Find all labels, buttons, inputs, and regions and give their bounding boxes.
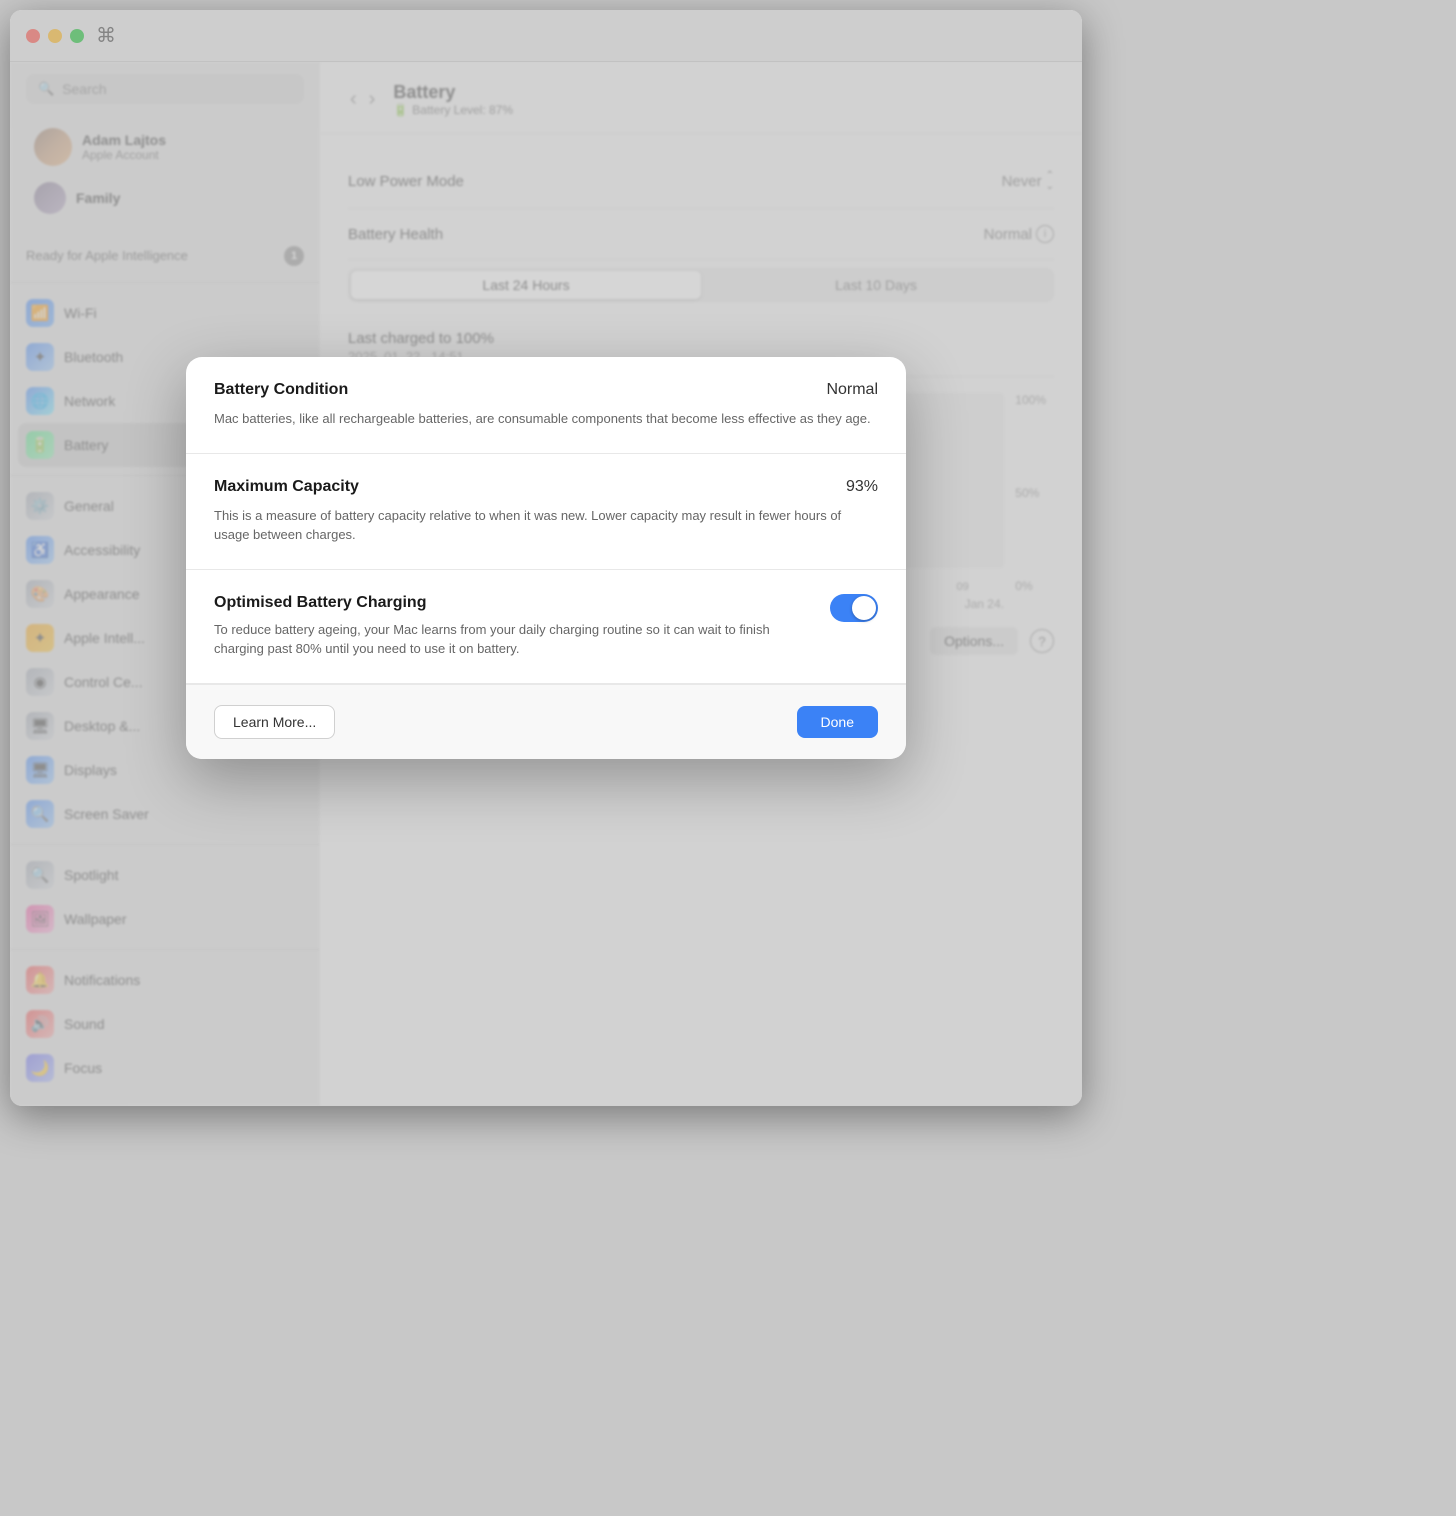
optimised-charging-title: Optimised Battery Charging	[214, 594, 810, 612]
battery-condition-section: Battery Condition Normal Mac batteries, …	[186, 357, 906, 454]
battery-condition-value: Normal	[826, 381, 878, 399]
maximum-capacity-title: Maximum Capacity	[214, 478, 359, 496]
maximum-capacity-header: Maximum Capacity 93%	[214, 478, 878, 496]
optimised-charging-section: Optimised Battery Charging To reduce bat…	[186, 570, 906, 684]
battery-health-modal: Battery Condition Normal Mac batteries, …	[186, 357, 906, 759]
done-button[interactable]: Done	[797, 706, 878, 738]
learn-more-button[interactable]: Learn More...	[214, 705, 335, 739]
battery-condition-header: Battery Condition Normal	[214, 381, 878, 399]
optimised-charging-toggle[interactable]	[830, 594, 878, 622]
battery-condition-title: Battery Condition	[214, 381, 348, 399]
optimised-charging-row: Optimised Battery Charging To reduce bat…	[214, 594, 878, 659]
main-window: ⌘ 🔍 Adam Lajtos Apple Account	[10, 10, 1082, 1106]
optimised-charging-desc: To reduce battery ageing, your Mac learn…	[214, 620, 810, 659]
maximum-capacity-desc: This is a measure of battery capacity re…	[214, 506, 878, 545]
maximum-capacity-value: 93%	[846, 478, 878, 496]
optimised-charging-text: Optimised Battery Charging To reduce bat…	[214, 594, 830, 659]
modal-footer: Learn More... Done	[186, 684, 906, 759]
maximum-capacity-section: Maximum Capacity 93% This is a measure o…	[186, 454, 906, 570]
toggle-knob	[852, 596, 876, 620]
battery-condition-desc: Mac batteries, like all rechargeable bat…	[214, 409, 878, 429]
modal-overlay: Battery Condition Normal Mac batteries, …	[10, 10, 1082, 1106]
